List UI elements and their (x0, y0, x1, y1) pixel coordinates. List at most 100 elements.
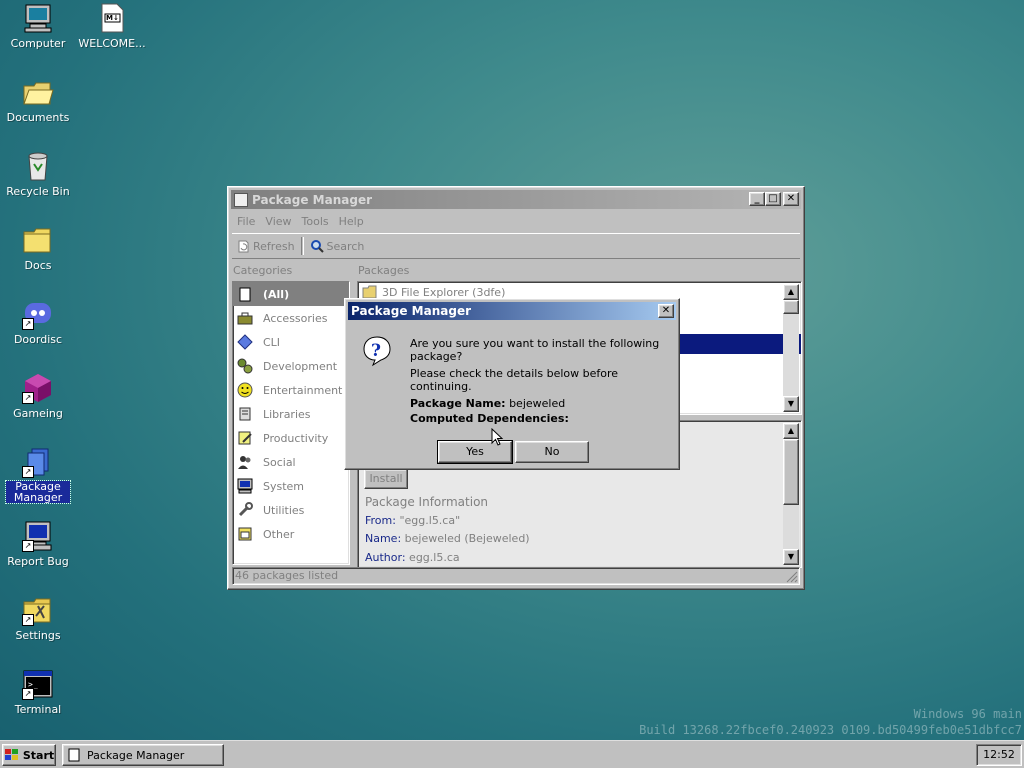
desktop-icon-label: Settings (15, 629, 61, 642)
dialog-close-button[interactable]: ✕ (658, 304, 674, 318)
package-icon (237, 286, 253, 302)
info-from: From: "egg.l5.ca" (365, 514, 460, 527)
shortcut-arrow-icon: ↗ (22, 392, 34, 404)
package-name: 3D File Explorer (3dfe) (382, 285, 506, 299)
info-value: "egg.l5.ca" (399, 514, 461, 527)
category-development[interactable]: Development (233, 354, 349, 378)
scroll-down-button[interactable]: ▼ (783, 549, 799, 565)
tools-icon (237, 502, 253, 518)
minimize-button[interactable]: _ (749, 192, 765, 206)
toolbar-separator (300, 237, 304, 255)
folder-icon (22, 224, 54, 256)
desktop-icon-label: Terminal (14, 703, 62, 716)
desktop-icon-label: Package Manager (5, 480, 71, 504)
toolbox-icon (237, 310, 253, 326)
category-productivity[interactable]: Productivity (233, 426, 349, 450)
no-button[interactable]: No (515, 441, 589, 463)
desktop-icon-label: WELCOME... (78, 37, 146, 50)
desktop-icon-recycle-bin[interactable]: Recycle Bin (0, 150, 76, 198)
category-cli[interactable]: CLI (233, 330, 349, 354)
mouse-cursor-icon (491, 428, 504, 446)
desktop-icon-report-bug[interactable]: ↗ Report Bug (0, 520, 76, 568)
package-name-label: Package Name: (410, 397, 506, 410)
package-name-value: bejeweled (509, 397, 566, 410)
scroll-up-button[interactable]: ▲ (783, 284, 799, 300)
build-watermark-line1: Windows 96 main (913, 707, 1022, 721)
question-icon: ? (361, 335, 393, 367)
taskbar-item-package-manager[interactable]: Package Manager (62, 744, 224, 766)
category-label: Accessories (263, 311, 328, 325)
desktop-icon-computer[interactable]: Computer (0, 2, 76, 50)
notepad-icon (237, 430, 253, 446)
category-label: Utilities (263, 503, 305, 517)
dialog-package-name: Package Name: bejeweled (410, 397, 565, 410)
desktop-icon-doordisc[interactable]: ↗ Doordisc (0, 298, 76, 346)
build-watermark-line2: Build 13268.22fbcef0.240923 0109.bd50499… (639, 723, 1022, 737)
category-other[interactable]: Other (233, 522, 349, 546)
scroll-down-button[interactable]: ▼ (783, 396, 799, 412)
category-libraries[interactable]: Libraries (233, 402, 349, 426)
desktop-icon-gameing[interactable]: ↗ Gameing (0, 372, 76, 420)
start-label: Start (22, 748, 55, 762)
info-author: Author: egg.l5.ca (365, 551, 460, 564)
package-icon (68, 748, 80, 762)
desktop-icon-terminal[interactable]: >_ ↗ Terminal (0, 668, 76, 716)
desktop-icon-package-manager[interactable]: ↗ Package Manager (0, 446, 76, 504)
search-label: Search (326, 239, 365, 253)
menu-file[interactable]: File (232, 215, 260, 228)
menu-view[interactable]: View (260, 215, 296, 228)
desktop-icon-settings[interactable]: ↗ Settings (0, 594, 76, 642)
category-accessories[interactable]: Accessories (233, 306, 349, 330)
category-entertainment[interactable]: Entertainment (233, 378, 349, 402)
dialog-title: Package Manager (351, 304, 471, 318)
desktop-icon-label: Recycle Bin (6, 185, 70, 198)
window-titlebar[interactable]: Package Manager _ □ ✕ (231, 190, 801, 209)
info-scrollbar[interactable]: ▲ ▼ (783, 423, 799, 565)
system-clock[interactable]: 12:52 (976, 744, 1022, 766)
monitor-icon (237, 478, 253, 494)
svg-text:?: ? (371, 341, 381, 361)
packages-label: Packages (358, 264, 410, 277)
scroll-up-button[interactable]: ▲ (783, 423, 799, 439)
markdown-file-icon: M↓ (96, 2, 128, 34)
dialog-titlebar[interactable]: Package Manager ✕ (348, 302, 676, 320)
start-button[interactable]: Start (2, 744, 56, 766)
scroll-thumb[interactable] (783, 300, 799, 314)
no-label: No (544, 445, 560, 458)
gears-icon (237, 358, 253, 374)
install-button[interactable]: Install (364, 469, 408, 489)
search-button[interactable]: Search (306, 239, 369, 253)
clock-text: 12:52 (983, 748, 1015, 761)
maximize-button[interactable]: □ (765, 192, 781, 206)
shortcut-arrow-icon: ↗ (22, 688, 34, 700)
info-value: bejeweled (Bejeweled) (404, 532, 530, 545)
packages-scrollbar[interactable]: ▲ ▼ (783, 284, 799, 412)
package-info-heading: Package Information (365, 495, 489, 509)
category-social[interactable]: Social (233, 450, 349, 474)
close-button[interactable]: ✕ (783, 192, 799, 206)
resize-grip-icon[interactable] (786, 571, 798, 583)
desktop-icon-welcome[interactable]: M↓ WELCOME... (74, 2, 150, 50)
scroll-thumb[interactable] (783, 439, 799, 505)
category-label: System (263, 479, 305, 493)
category-label: Development (263, 359, 338, 373)
smiley-icon (237, 382, 253, 398)
desktop-icon-documents[interactable]: Documents (0, 76, 76, 124)
menu-bar: File View Tools Help (232, 211, 369, 231)
folder-open-icon (22, 76, 54, 108)
category-system[interactable]: System (233, 474, 349, 498)
category-utilities[interactable]: Utilities (233, 498, 349, 522)
menu-tools[interactable]: Tools (297, 215, 334, 228)
info-key: Name: (365, 532, 402, 545)
info-name: Name: bejeweled (Bejeweled) (365, 532, 530, 545)
info-key: Author: (365, 551, 406, 564)
folder-icon (362, 285, 377, 299)
category-all[interactable]: (All) (233, 282, 349, 306)
dialog-message-2: Please check the details below before co… (410, 367, 619, 393)
desktop-icon-label: Gameing (13, 407, 63, 420)
categories-list: (All) Accessories CLI Development Entert… (232, 281, 350, 565)
menu-help[interactable]: Help (334, 215, 369, 228)
desktop-icon-docs[interactable]: Docs (0, 224, 76, 272)
desktop-icon-label: Computer (10, 37, 66, 50)
refresh-button[interactable]: Refresh (232, 239, 299, 253)
